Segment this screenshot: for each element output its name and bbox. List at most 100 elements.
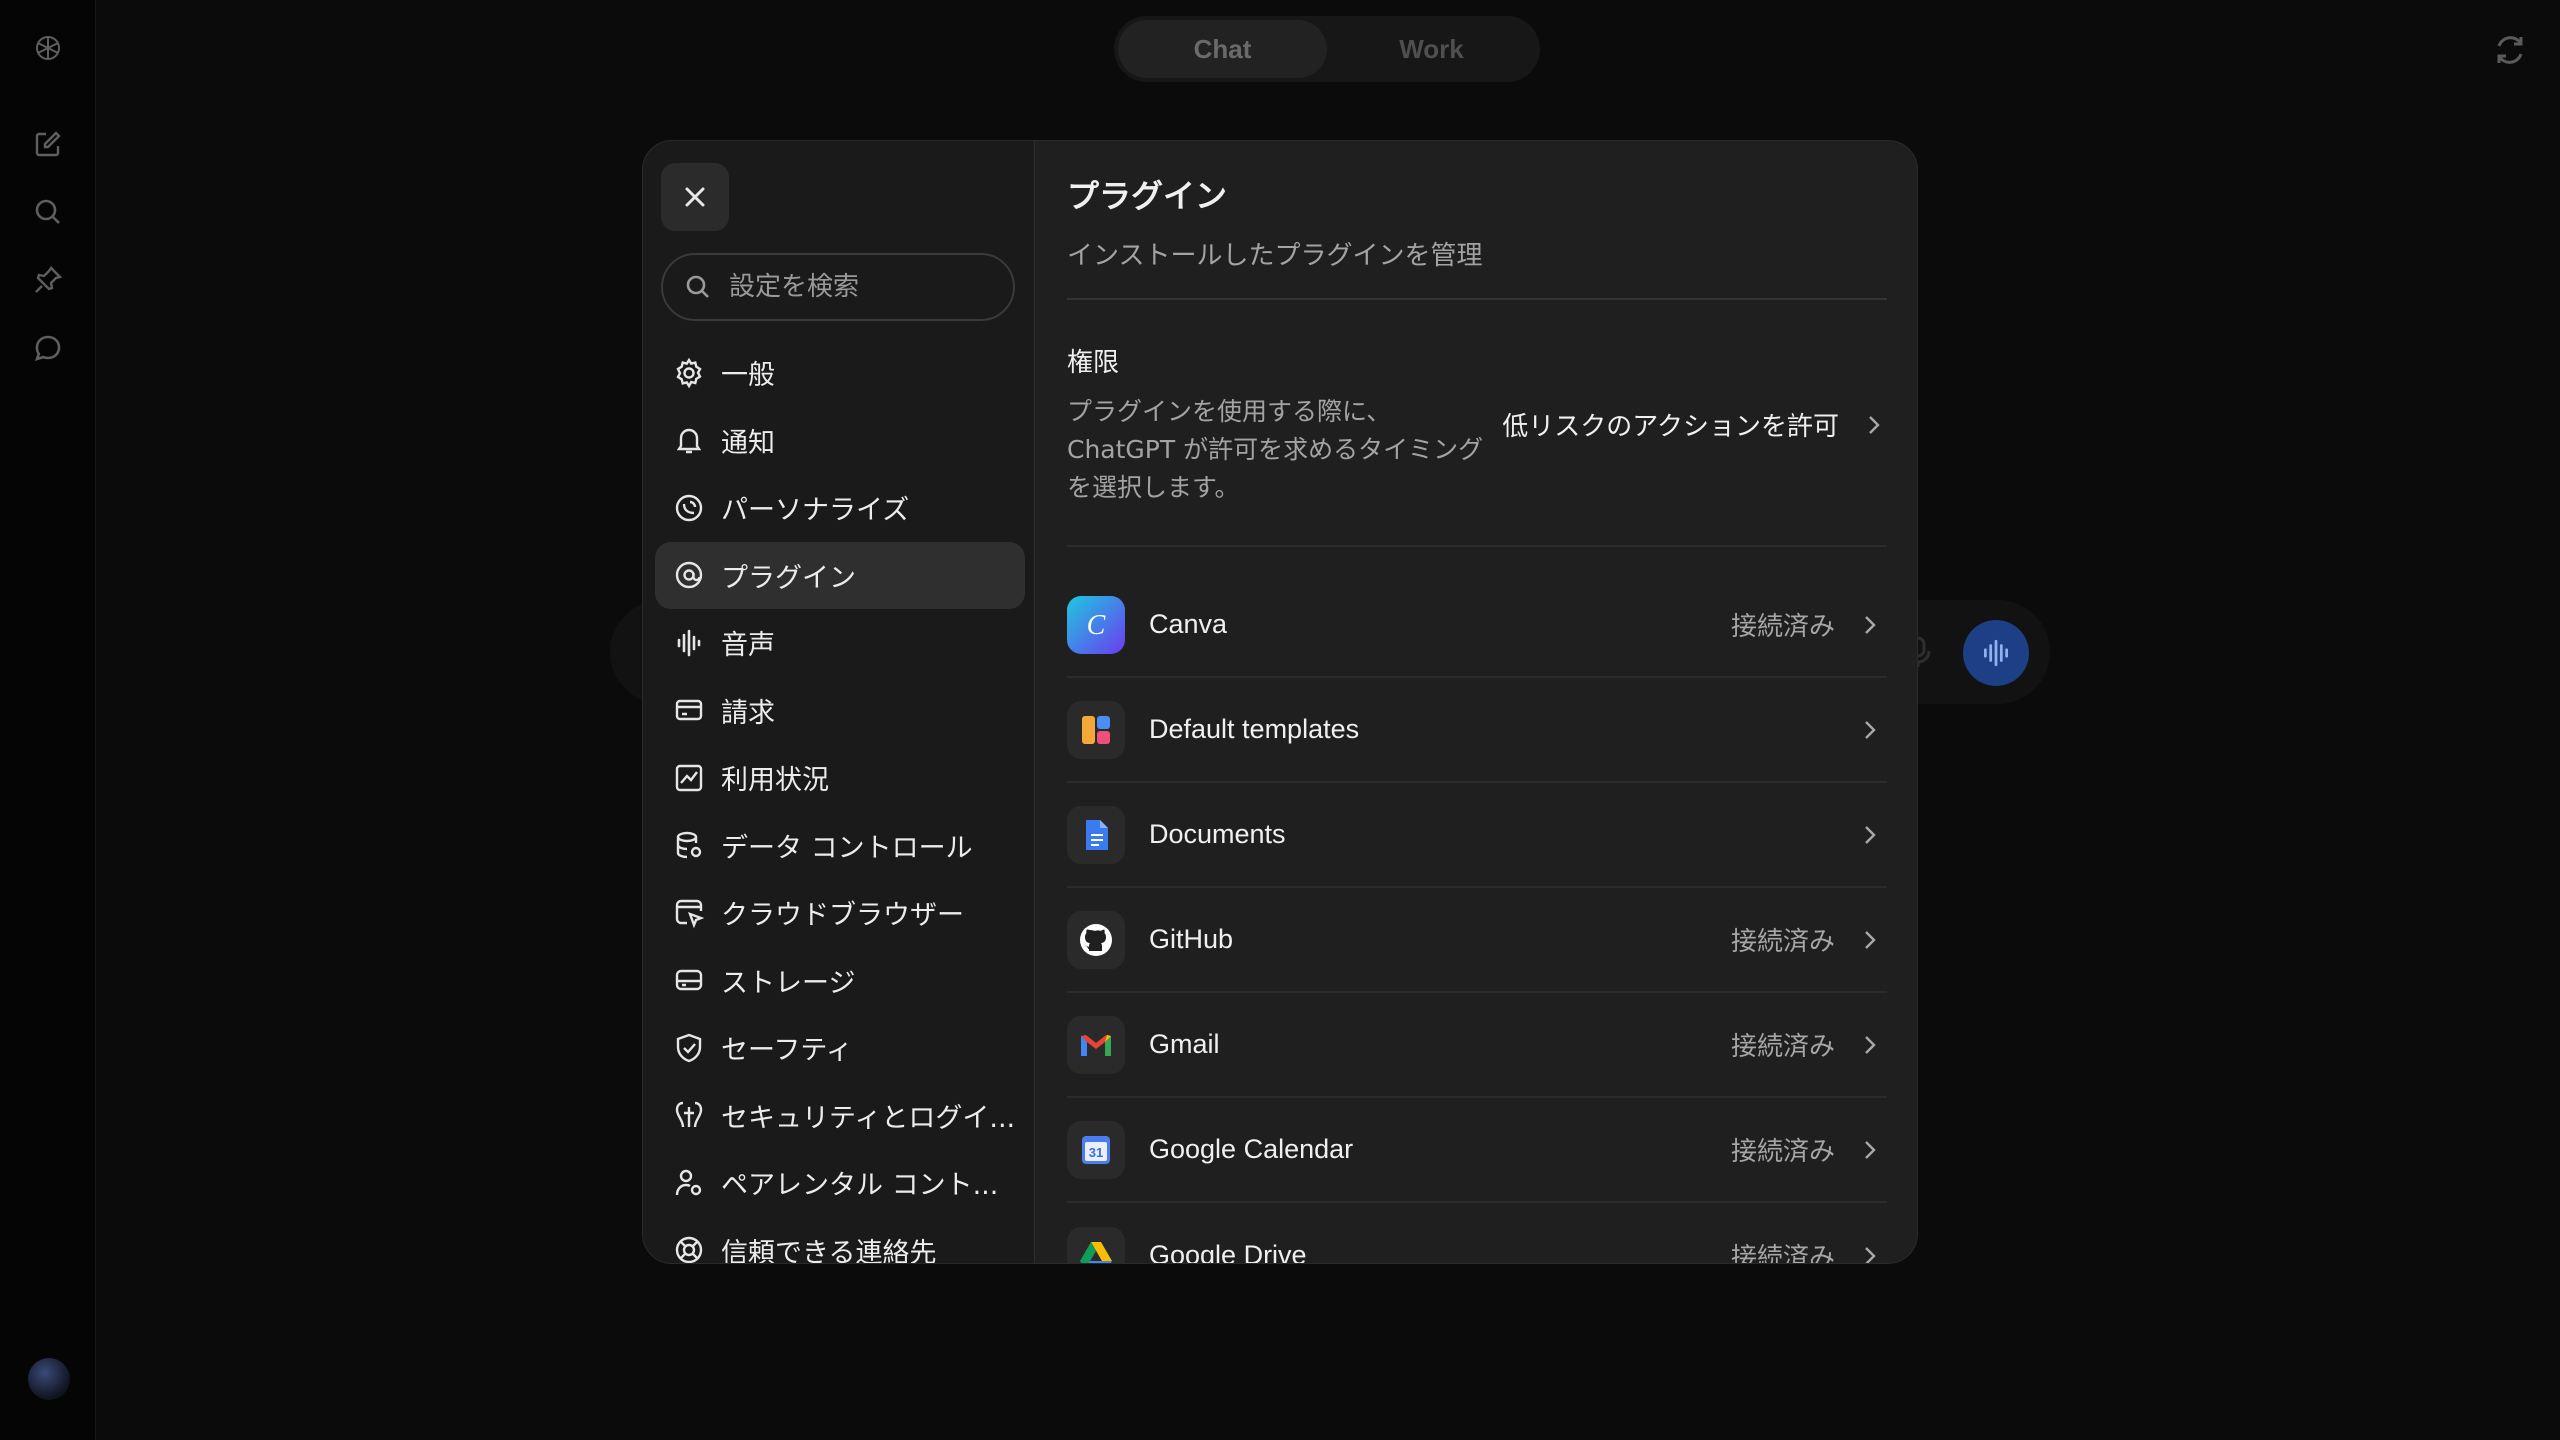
gmail-icon xyxy=(1067,1015,1125,1074)
nav-label: パーソナライズ xyxy=(721,495,910,527)
plugin-row-google-calendar[interactable]: 31 Google Calendar 接続済み xyxy=(1067,1098,1887,1203)
nav-label: データ コントロール xyxy=(721,832,973,864)
chat-mode-button[interactable]: Chat xyxy=(1118,20,1327,78)
nav-item-data-controls[interactable]: データ コントロール xyxy=(655,812,1025,880)
nav-item-trusted-contacts[interactable]: 信頼できる連絡先 xyxy=(655,1217,1025,1264)
mode-toggle: Chat Work xyxy=(1114,16,1540,82)
plugin-name: Google Drive xyxy=(1149,1240,1307,1264)
nav-item-plugins[interactable]: プラグイン xyxy=(655,541,1025,609)
chevron-right-icon xyxy=(1865,1140,1876,1159)
plugin-status: 接続済み xyxy=(1730,1137,1835,1167)
page-title: プラグイン xyxy=(1067,177,1228,215)
google-calendar-icon: 31 xyxy=(1067,1120,1125,1179)
chevron-right-icon xyxy=(1865,615,1876,634)
close-button[interactable] xyxy=(661,163,729,231)
chevron-right-icon xyxy=(1865,720,1876,739)
left-rail xyxy=(0,0,96,1440)
permission-value[interactable]: 低リスクのアクションを許可 xyxy=(1502,406,1839,443)
nav-item-general[interactable]: 一般 xyxy=(655,339,1025,407)
shield-check-icon xyxy=(676,1033,702,1063)
settings-modal: 一般 通知 パーソナライズ プラグイン 音声 請求 xyxy=(642,140,1918,1264)
usage-chart-icon xyxy=(675,764,703,791)
nav-label: ストレージ xyxy=(721,967,856,999)
nav-item-usage[interactable]: 利用状況 xyxy=(655,744,1025,812)
permission-row[interactable]: 権限 プラグインを使用する際に、ChatGPT が許可を求めるタイミングを選択し… xyxy=(1067,300,1887,547)
nav-item-billing[interactable]: 請求 xyxy=(655,677,1025,745)
nav-label: セキュリティとログイ... xyxy=(721,1102,1016,1134)
svg-text:31: 31 xyxy=(1089,1145,1103,1160)
lifebuoy-icon xyxy=(675,1237,703,1263)
nav-item-voice[interactable]: 音声 xyxy=(655,609,1025,677)
database-icon xyxy=(676,832,702,859)
settings-search[interactable] xyxy=(661,253,1015,321)
chevron-right-icon xyxy=(1865,1246,1876,1263)
plugin-name: Google Calendar xyxy=(1149,1134,1354,1164)
nav-label: 信頼できる連絡先 xyxy=(721,1237,937,1264)
close-icon xyxy=(685,187,705,207)
nav-item-cloud-browser[interactable]: クラウドブラウザー xyxy=(655,879,1025,947)
settings-search-input[interactable] xyxy=(729,272,999,302)
plugin-name: Default templates xyxy=(1149,714,1360,744)
waveform-icon xyxy=(677,629,701,657)
nav-item-parental[interactable]: ペアレンタル コント... xyxy=(655,1149,1025,1217)
cloud-browser-icon xyxy=(675,899,705,929)
canva-icon: C xyxy=(1067,595,1125,654)
nav-label: セーフティ xyxy=(721,1035,853,1067)
parental-icon xyxy=(675,1169,702,1195)
chevron-right-icon xyxy=(1869,415,1880,434)
page-subtitle: インストールしたプラグインを管理 xyxy=(1067,241,1483,271)
new-chat-icon[interactable] xyxy=(28,124,68,164)
pin-icon[interactable] xyxy=(28,260,68,300)
nav-label: クラウドブラウザー xyxy=(721,900,964,932)
github-icon xyxy=(1067,910,1125,969)
plugin-row-gmail[interactable]: Gmail 接続済み xyxy=(1067,993,1887,1098)
documents-icon xyxy=(1067,805,1125,864)
work-mode-button[interactable]: Work xyxy=(1327,20,1536,78)
plugin-row-google-drive[interactable]: Google Drive 接続済み xyxy=(1067,1203,1887,1264)
nav-label: 一般 xyxy=(721,360,775,392)
nav-label: 請求 xyxy=(721,697,775,729)
svg-text:C: C xyxy=(1087,610,1106,641)
bell-icon xyxy=(676,429,702,454)
chat-bubble-icon[interactable] xyxy=(28,328,68,368)
plugin-status: 接続済み xyxy=(1730,1032,1835,1062)
plugin-list: C Canva 接続済み Default templates Documents xyxy=(1067,573,1887,1264)
nav-item-security[interactable]: セキュリティとログイ... xyxy=(655,1082,1025,1150)
nav-label: 利用状況 xyxy=(721,765,829,797)
google-drive-icon xyxy=(1067,1226,1125,1263)
chevron-right-icon xyxy=(1865,825,1876,844)
nav-item-personalize[interactable]: パーソナライズ xyxy=(655,474,1025,542)
storage-icon xyxy=(675,970,703,991)
personalize-icon xyxy=(675,494,703,521)
nav-label: プラグイン xyxy=(721,562,856,594)
plugin-name: Canva xyxy=(1149,609,1228,639)
search-icon xyxy=(686,275,709,298)
plugin-row-documents[interactable]: Documents xyxy=(1067,783,1887,888)
gear-icon xyxy=(676,357,702,389)
nav-label: 音声 xyxy=(721,630,775,662)
chevron-right-icon xyxy=(1865,930,1876,949)
nav-label: 通知 xyxy=(721,427,775,459)
nav-item-safety[interactable]: セーフティ xyxy=(655,1014,1025,1082)
plugin-row-default-templates[interactable]: Default templates xyxy=(1067,678,1887,783)
nav-item-notifications[interactable]: 通知 xyxy=(655,407,1025,475)
sync-icon[interactable] xyxy=(2490,30,2530,70)
plugin-name: GitHub xyxy=(1149,924,1234,954)
credit-card-icon xyxy=(675,700,703,721)
permission-title: 権限 xyxy=(1067,348,1120,378)
plugins-panel: プラグイン インストールしたプラグインを管理 権限 プラグインを使用する際に、C… xyxy=(1035,141,1917,1263)
search-icon[interactable] xyxy=(28,192,68,232)
settings-nav: 一般 通知 パーソナライズ プラグイン 音声 請求 利用状況 データ コントロー… xyxy=(655,339,1025,1264)
openai-logo-icon[interactable] xyxy=(28,28,68,68)
plugin-name: Gmail xyxy=(1149,1029,1220,1059)
plugin-row-github[interactable]: GitHub 接続済み xyxy=(1067,888,1887,993)
permission-description: プラグインを使用する際に、ChatGPT が許可を求めるタイミングを選択します。 xyxy=(1067,397,1484,502)
chevron-right-icon xyxy=(1865,1035,1876,1054)
plugin-row-canva[interactable]: C Canva 接続済み xyxy=(1067,573,1887,678)
plugin-icon xyxy=(675,562,703,589)
nav-item-storage[interactable]: ストレージ xyxy=(655,947,1025,1015)
user-avatar[interactable] xyxy=(28,1358,70,1400)
plugin-status: 接続済み xyxy=(1730,927,1835,957)
security-icon xyxy=(675,1102,703,1128)
voice-mode-button xyxy=(1963,620,2029,686)
